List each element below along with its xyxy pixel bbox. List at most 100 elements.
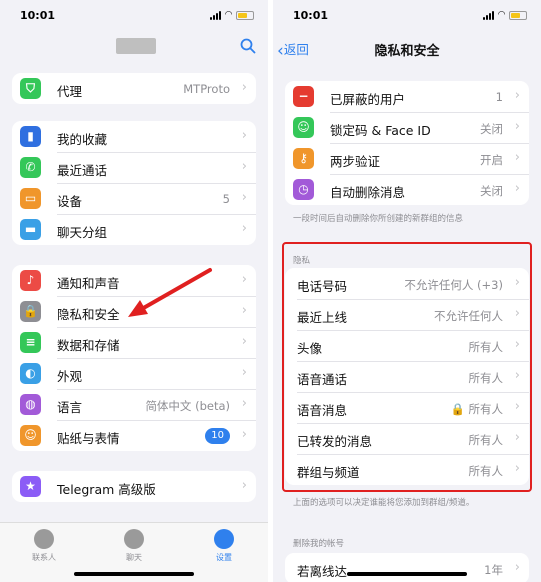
signal-icon: [483, 11, 495, 20]
settings-row[interactable]: ≡ 数据和存储 ›: [12, 327, 256, 358]
row-label: 贴纸与表情: [57, 431, 120, 446]
chevron-right-icon: ›: [241, 80, 247, 95]
tab-label: 联系人: [32, 553, 56, 562]
proxy-value: MTProto: [183, 82, 230, 96]
row-divider: [57, 214, 256, 215]
chevron-right-icon: ›: [241, 221, 247, 236]
row-divider: [330, 143, 529, 144]
home-indicator: [74, 572, 194, 576]
chevron-right-icon: ›: [514, 150, 520, 165]
chevron-right-icon: ›: [241, 272, 247, 287]
settings-row[interactable]: − 已屏蔽的用户 1 ›: [285, 81, 529, 112]
row-divider: [57, 152, 256, 153]
appearance-icon: ◐: [20, 363, 41, 384]
row-label: 语言: [57, 400, 83, 415]
row-divider: [330, 174, 529, 175]
chevron-right-icon: ›: [514, 560, 520, 575]
tab-bar: 联系人 聊天 设置: [0, 522, 268, 582]
row-value: 1: [495, 90, 503, 104]
home-indicator: [347, 572, 467, 576]
row-divider: [57, 420, 256, 421]
row-value: 开启: [480, 153, 503, 167]
offline-value: 1年: [484, 563, 503, 577]
settings-row[interactable]: ◐ 外观 ›: [12, 358, 256, 389]
row-value: 5: [222, 192, 230, 206]
delete-account-header: 删除我的帐号: [293, 539, 345, 549]
chevron-right-icon: ›: [241, 334, 247, 349]
search-icon[interactable]: [240, 38, 256, 54]
row-value: 关闭: [480, 184, 503, 198]
sticker-icon: ☺: [20, 425, 41, 446]
signal-icon: [210, 11, 222, 20]
group-saved: ▮ 我的收藏 › ✆ 最近通话 › ▭ 设备 5 › ▬ 聊天分组 ›: [12, 121, 256, 245]
premium-group: ★ Telegram 高级版 ›: [12, 471, 256, 502]
chevron-right-icon: ›: [241, 303, 247, 318]
row-label: 设备: [57, 194, 83, 209]
row-label: 聊天分组: [57, 225, 108, 240]
shield-icon: ⛉: [20, 78, 41, 99]
battery-icon: [236, 11, 254, 20]
settings-row[interactable]: ▭ 设备 5 ›: [12, 183, 256, 214]
row-label: 自动删除消息: [330, 185, 406, 200]
proxy-row[interactable]: ⛉ 代理 MTProto ›: [12, 73, 256, 104]
row-label: 数据和存储: [57, 338, 120, 353]
privacy-screen: 10:01 ◠ ‹返回 隐私和安全 − 已屏蔽的用户 1 › ☺ 锁定码 & Face I…: [273, 0, 541, 582]
folder-icon: ▬: [20, 219, 41, 240]
chevron-right-icon: ›: [514, 119, 520, 134]
status-time: 10:01: [20, 9, 56, 22]
gear-icon: [214, 529, 234, 549]
wifi-icon: ◠: [498, 10, 505, 20]
security-group: − 已屏蔽的用户 1 › ☺ 锁定码 & Face ID 关闭 › ⚷ 两步验证 开启 › ◷ 自动删除消…: [285, 81, 529, 205]
premium-row[interactable]: ★ Telegram 高级版 ›: [12, 471, 256, 502]
settings-row[interactable]: ☺ 锁定码 & Face ID 关闭 ›: [285, 112, 529, 143]
settings-row[interactable]: ⚷ 两步验证 开启 ›: [285, 143, 529, 174]
row-label: 我的收藏: [57, 132, 108, 147]
chevron-right-icon: ›: [241, 427, 247, 442]
chevron-right-icon: ›: [514, 88, 520, 103]
star-icon: ★: [20, 476, 41, 497]
row-divider: [330, 112, 529, 113]
chevron-right-icon: ›: [241, 365, 247, 380]
security-note: 一段时间后自动删除你所创建的新群组的信息: [293, 214, 464, 224]
settings-row[interactable]: ▬ 聊天分组 ›: [12, 214, 256, 245]
profile-name-blurred: [116, 38, 156, 54]
tab-chats[interactable]: 聊天: [104, 529, 164, 563]
proxy-label: 代理: [57, 84, 83, 99]
settings-screen: 10:01 ◠ ⛉ 代理 MTProto › ▮ 我的收藏 › ✆ 最近通话 › ▭ 设备 5 ›…: [0, 0, 268, 582]
settings-row[interactable]: ✆ 最近通话 ›: [12, 152, 256, 183]
row-value: 简体中文 (beta): [145, 399, 230, 413]
globe-icon: ◍: [20, 394, 41, 415]
settings-row[interactable]: ☺ 贴纸与表情 10 ›: [12, 420, 256, 451]
chevron-right-icon: ›: [514, 181, 520, 196]
phone-icon: ✆: [20, 157, 41, 178]
chevron-right-icon: ›: [241, 128, 247, 143]
tab-label: 聊天: [126, 553, 142, 562]
tab-settings[interactable]: 设置: [194, 529, 254, 563]
chevron-right-icon: ›: [241, 190, 247, 205]
devices-icon: ▭: [20, 188, 41, 209]
premium-label: Telegram 高级版: [57, 482, 156, 497]
status-bar: 10:01 ◠: [20, 9, 254, 25]
row-label: 已屏蔽的用户: [330, 92, 406, 107]
chat-bubble-icon: [124, 529, 144, 549]
tab-contacts[interactable]: 联系人: [14, 529, 74, 563]
row-label: 通知和声音: [57, 276, 120, 291]
person-icon: [34, 529, 54, 549]
delete-account-group: 若离线达 1年 ›: [285, 553, 529, 582]
lock-icon: 🔒: [20, 301, 41, 322]
row-divider: [57, 389, 256, 390]
row-divider: [57, 327, 256, 328]
row-label: 两步验证: [330, 154, 381, 169]
row-divider: [57, 183, 256, 184]
privacy-note: 上面的选项可以决定谁能将您添加到群组/频道。: [293, 498, 475, 508]
row-label: 外观: [57, 369, 83, 384]
battery-icon: [509, 11, 527, 20]
row-value: 关闭: [480, 122, 503, 136]
settings-row[interactable]: ◍ 语言 简体中文 (beta) ›: [12, 389, 256, 420]
key-icon: ⚷: [293, 148, 314, 169]
status-time: 10:01: [293, 9, 329, 22]
bookmark-icon: ▮: [20, 126, 41, 147]
settings-row[interactable]: ▮ 我的收藏 ›: [12, 121, 256, 152]
settings-row[interactable]: ◷ 自动删除消息 关闭 ›: [285, 174, 529, 205]
offline-row[interactable]: 若离线达 1年 ›: [285, 553, 529, 582]
